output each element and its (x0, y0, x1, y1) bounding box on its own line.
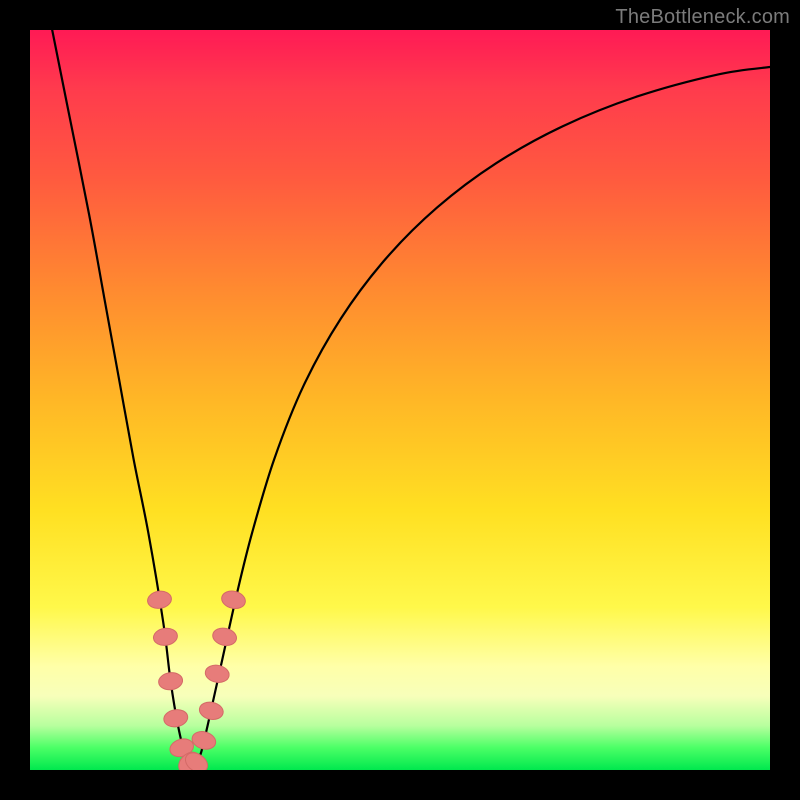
marker-point (146, 590, 172, 611)
watermark-text: TheBottleneck.com (615, 6, 790, 29)
marker-point (190, 729, 218, 752)
bottleneck-curve (52, 30, 770, 766)
marker-point (152, 627, 178, 647)
plot-area (30, 30, 770, 770)
marker-point (220, 589, 247, 611)
marker-point (163, 708, 189, 729)
marker-point (204, 663, 231, 684)
chart-frame: TheBottleneck.com (0, 0, 800, 800)
chart-svg (30, 30, 770, 770)
marker-point (158, 671, 184, 691)
marker-point (198, 700, 225, 721)
marker-point (211, 626, 238, 648)
